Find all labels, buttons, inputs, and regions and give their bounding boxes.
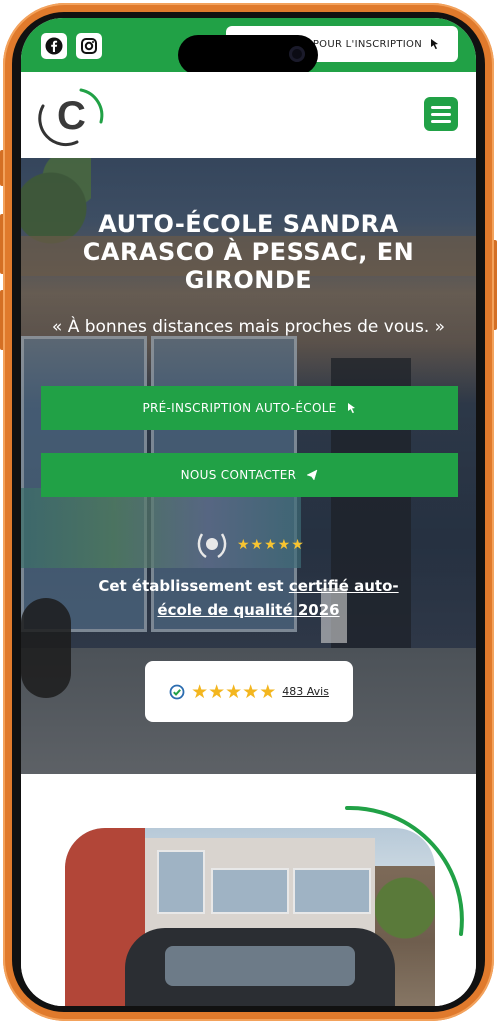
reviews-badge[interactable]: ★★★★★ 483 Avis	[145, 661, 353, 722]
instagram-icon[interactable]	[76, 33, 102, 59]
verified-check-icon	[169, 684, 185, 699]
svg-text:C: C	[57, 94, 86, 138]
photo-window	[211, 868, 289, 914]
facebook-icon[interactable]	[41, 33, 67, 59]
hero-title: AUTO-ÉCOLE SANDRA CARASCO À PESSAC, EN G…	[82, 210, 415, 294]
top-inscription-label: POUR L'INSCRIPTION	[312, 38, 422, 50]
pre-inscription-button[interactable]: PRÉ-INSCRIPTION AUTO-ÉCOLE	[41, 386, 458, 430]
logo[interactable]: C	[37, 82, 107, 148]
screen: POUR L'INSCRIPTION C AUTO-ÉCOLE SANDRA C…	[21, 18, 476, 1006]
camera-icon	[289, 46, 305, 62]
cursor-icon	[347, 403, 355, 414]
photo-car-window	[165, 946, 355, 986]
contact-button[interactable]: NOUS CONTACTER	[41, 453, 458, 497]
review-stars: ★★★★★	[191, 680, 277, 703]
review-count[interactable]: 483 Avis	[282, 685, 329, 698]
paper-plane-icon	[306, 469, 318, 481]
contact-label: NOUS CONTACTER	[180, 468, 297, 482]
hero-quote: « À bonnes distances mais proches de vou…	[51, 317, 446, 337]
hero-bg-motorbike	[21, 598, 71, 698]
certified-text: Cet établissement est certifié auto-écol…	[81, 574, 416, 622]
hero-section: AUTO-ÉCOLE SANDRA CARASCO À PESSAC, EN G…	[21, 158, 476, 774]
site-header: C	[21, 72, 476, 158]
pre-inscription-label: PRÉ-INSCRIPTION AUTO-ÉCOLE	[142, 401, 337, 415]
school-photo	[65, 828, 435, 1006]
quality-award: ★★★★★	[195, 530, 305, 560]
award-stars: ★★★★★	[237, 537, 305, 553]
photo-section	[21, 774, 476, 1006]
certified-prefix: Cet établissement est	[98, 577, 289, 595]
cursor-icon	[431, 39, 438, 50]
hamburger-icon[interactable]	[424, 97, 458, 131]
photo-window	[157, 850, 205, 914]
photo-window	[293, 868, 371, 914]
laurel-icon	[197, 533, 227, 559]
